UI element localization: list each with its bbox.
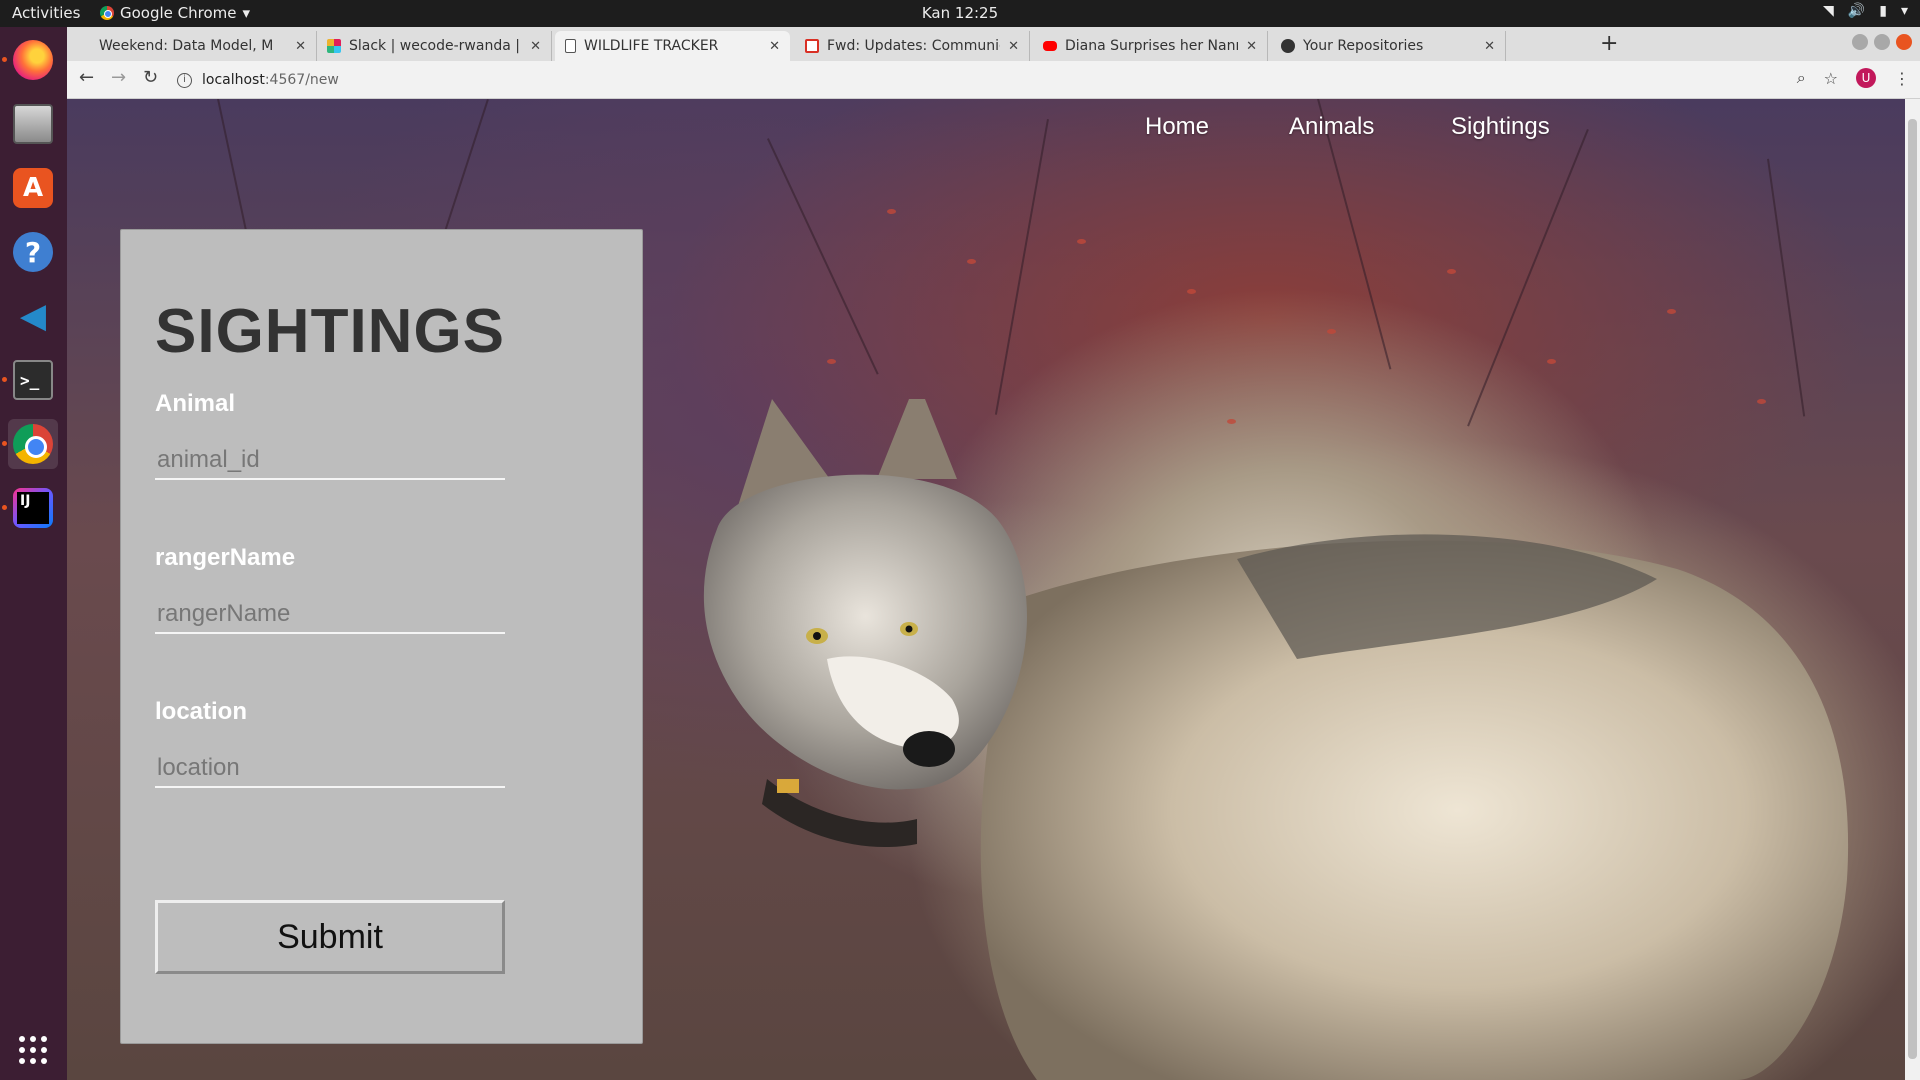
tab-wildlife-tracker[interactable]: WILDLIFE TRACKER ✕: [555, 31, 790, 61]
tab-youtube[interactable]: Diana Surprises her Nann ✕: [1033, 31, 1268, 61]
page-scrollbar[interactable]: [1905, 99, 1920, 1080]
zoom-icon[interactable]: ⌕: [1797, 68, 1806, 88]
close-icon[interactable]: ✕: [530, 39, 541, 54]
info-icon[interactable]: i: [177, 72, 192, 88]
maximize-button[interactable]: [1874, 34, 1890, 50]
form-title: SIGHTINGS: [155, 297, 506, 366]
sighting-form: SIGHTINGS Animal rangerName location Sub…: [120, 229, 643, 1044]
animal-label: Animal: [155, 390, 236, 417]
close-icon[interactable]: ✕: [1484, 39, 1495, 54]
tab-slack[interactable]: Slack | wecode-rwanda | M ✕: [317, 31, 552, 61]
tab-title: Weekend: Data Model, M: [99, 38, 274, 54]
location-input[interactable]: [155, 750, 505, 788]
url-path: :4567/new: [264, 72, 339, 88]
nav-home-link[interactable]: Home: [1145, 113, 1209, 141]
app-menu-label: Google Chrome: [120, 4, 237, 22]
generic-icon: [77, 39, 91, 53]
minimize-button[interactable]: [1852, 34, 1868, 50]
close-icon[interactable]: ✕: [1246, 39, 1257, 54]
address-bar[interactable]: i localhost:4567/new: [177, 66, 1837, 94]
tab-gmail[interactable]: Fwd: Updates: Communic ✕: [795, 31, 1030, 61]
close-icon[interactable]: ✕: [769, 39, 780, 54]
nav-animals-link[interactable]: Animals: [1289, 113, 1374, 141]
dock-show-apps[interactable]: [8, 1025, 58, 1075]
gmail-icon: [805, 39, 819, 53]
youtube-icon: [1043, 41, 1057, 51]
forward-button[interactable]: →: [111, 67, 126, 88]
ranger-name-label: rangerName: [155, 544, 296, 571]
site-navigation: Home Animals Sightings: [1145, 99, 1905, 159]
close-icon[interactable]: ✕: [295, 39, 306, 54]
chrome-icon: [100, 6, 114, 20]
back-button[interactable]: ←: [79, 67, 94, 88]
window-controls: [1852, 34, 1912, 50]
tab-title: Fwd: Updates: Communic: [827, 38, 1001, 54]
reload-button[interactable]: ↻: [143, 67, 158, 88]
tab-github[interactable]: Your Repositories ✕: [1271, 31, 1506, 61]
running-indicator: [2, 505, 7, 510]
tab-strip: Weekend: Data Model, M ✕ Slack | wecode-…: [67, 27, 1920, 61]
menu-kebab-icon[interactable]: ⋮: [1894, 69, 1910, 88]
dock: A ? ◀ >_ IJ: [0, 27, 67, 1080]
clock[interactable]: Kan 12:25: [922, 4, 998, 22]
intellij-icon: IJ: [13, 488, 53, 528]
chrome-icon: [13, 424, 53, 464]
running-indicator: [2, 441, 7, 446]
tab-title: Diana Surprises her Nann: [1065, 38, 1239, 54]
bookmark-star-icon[interactable]: ☆: [1824, 69, 1838, 88]
wolf-photo: [703, 399, 1849, 1080]
url-host: localhost: [202, 72, 265, 88]
new-tab-button[interactable]: +: [1600, 31, 1618, 56]
files-icon: [13, 104, 53, 144]
tab-title: Slack | wecode-rwanda | M: [349, 38, 523, 54]
location-label: location: [155, 698, 248, 725]
github-icon: [1281, 39, 1295, 53]
app-menu[interactable]: Google Chrome ▾: [100, 4, 250, 22]
tab-title: WILDLIFE TRACKER: [584, 38, 719, 54]
dock-chrome[interactable]: [2, 419, 58, 469]
nav-sightings-link[interactable]: Sightings: [1451, 113, 1550, 141]
document-icon: [565, 39, 576, 53]
show-apps-icon: [19, 1036, 47, 1064]
submit-button[interactable]: Submit: [155, 900, 505, 974]
software-center-icon: A: [13, 168, 53, 208]
ranger-name-input[interactable]: [155, 596, 505, 634]
animal-id-input[interactable]: [155, 442, 505, 480]
running-indicator: [2, 57, 7, 62]
system-tray[interactable]: ◥ 🔊 ▮ ▾: [1823, 3, 1908, 19]
battery-icon: ▮: [1879, 3, 1887, 19]
close-window-button[interactable]: [1896, 34, 1912, 50]
system-top-bar: Activities Google Chrome ▾ Kan 12:25 ◥ 🔊…: [0, 0, 1920, 27]
dock-software-center[interactable]: A: [8, 163, 58, 213]
dock-vscode[interactable]: ◀: [8, 291, 58, 341]
chevron-down-icon: ▾: [242, 4, 251, 22]
dock-intellij[interactable]: IJ: [2, 483, 58, 533]
slack-icon: [327, 39, 341, 53]
terminal-icon: >_: [13, 360, 53, 400]
close-icon[interactable]: ✕: [1008, 39, 1019, 54]
page-viewport: Home Animals Sightings SIGHTINGS Animal …: [67, 99, 1905, 1080]
running-indicator: [2, 377, 7, 382]
dock-help[interactable]: ?: [8, 227, 58, 277]
volume-icon: 🔊: [1847, 3, 1866, 19]
browser-toolbar: ← → ↻ i localhost:4567/new ⌕ ☆ U ⋮: [67, 61, 1920, 99]
firefox-icon: [13, 40, 53, 80]
activities-button[interactable]: Activities: [12, 4, 80, 22]
scrollbar-thumb[interactable]: [1908, 119, 1917, 1059]
vscode-icon: ◀: [19, 296, 47, 336]
dock-firefox[interactable]: [2, 35, 58, 85]
profile-avatar[interactable]: U: [1856, 68, 1876, 88]
help-icon: ?: [13, 232, 53, 272]
chevron-down-icon: ▾: [1900, 3, 1908, 19]
tab-title: Your Repositories: [1303, 38, 1424, 54]
wifi-icon: ◥: [1823, 3, 1834, 19]
dock-terminal[interactable]: >_: [2, 355, 58, 405]
tab-weekend[interactable]: Weekend: Data Model, M ✕: [67, 31, 317, 61]
dock-files[interactable]: [8, 99, 58, 149]
